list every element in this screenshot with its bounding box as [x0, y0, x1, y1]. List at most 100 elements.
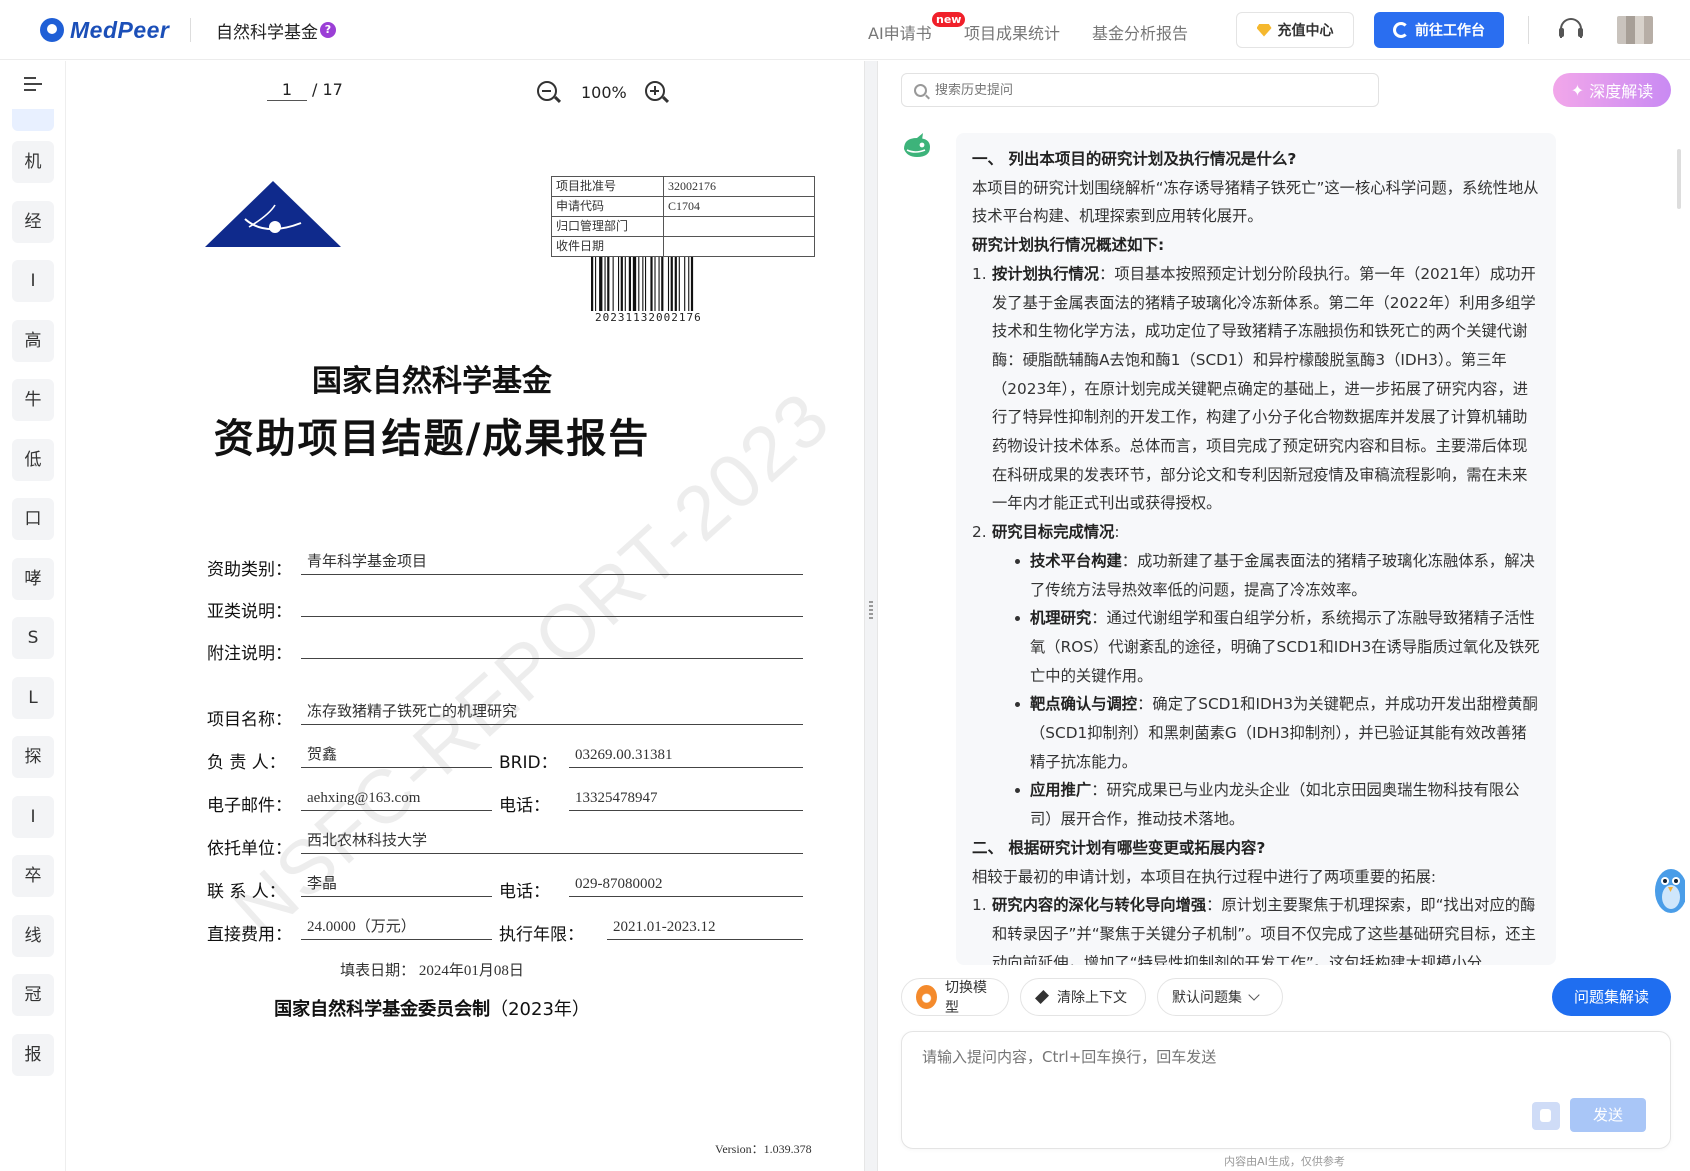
project-value: 冻存致猪精子铁死亡的机理研究 — [301, 699, 803, 725]
committee-name: 国家自然科学基金委员会制 — [274, 999, 491, 1020]
history-search-input[interactable] — [935, 82, 1355, 98]
meta-value — [663, 236, 815, 257]
prompt-input[interactable] — [922, 1048, 1622, 1066]
avatar[interactable] — [1617, 16, 1653, 44]
app-name: 自然科学基金 — [216, 23, 318, 43]
workbench-logo-icon — [1393, 22, 1409, 38]
clear-context-label: 清除上下文 — [1057, 990, 1127, 1006]
headset-icon[interactable] — [1559, 18, 1583, 38]
meta-row: 申请代码 C1704 — [551, 196, 815, 217]
logo-text: MedPeer — [70, 16, 170, 43]
rail-item[interactable]: 哮 — [12, 557, 54, 600]
project-label: 项目名称： — [207, 710, 292, 730]
bullet-text: ：通过代谢组学和蛋白组学分析，系统揭示了冻融导致猪精子活性氧（ROS）代谢紊乱的… — [1030, 609, 1540, 685]
list-item-title: 研究内容的深化与转化导向增强 — [992, 896, 1207, 915]
cost-value: 24.0000（万元） — [301, 914, 492, 940]
cost-label: 直接费用： — [207, 925, 292, 945]
rail-item[interactable]: 低 — [12, 438, 54, 481]
rail-item[interactable]: 牛 — [12, 379, 54, 421]
clear-context-button[interactable]: 清除上下文 — [1020, 978, 1146, 1016]
fill-date: 填表日期： 2024年01月08日 — [340, 963, 524, 979]
meta-value: C1704 — [663, 196, 815, 217]
rail-item[interactable]: 冠 — [12, 974, 54, 1016]
question-set-dropdown[interactable]: 默认问题集 — [1157, 978, 1283, 1016]
medpeer-logo[interactable]: MedPeer — [40, 16, 169, 44]
switch-model-button[interactable]: 切换模型 — [901, 978, 1009, 1016]
attachment-icon[interactable] — [1532, 1102, 1560, 1130]
list-number: 2. — [972, 523, 987, 542]
page-number-input[interactable]: 1 — [267, 79, 307, 101]
doc-title: 国家自然科学基金 — [312, 364, 552, 399]
chevron-down-icon — [1248, 988, 1260, 1001]
leader-label: 负 责 人： — [207, 753, 286, 773]
category-label: 资助类别： — [207, 560, 292, 580]
category-value: 青年科学基金项目 — [301, 549, 803, 575]
question-set-interpret-button[interactable]: 问题集解读 — [1552, 978, 1671, 1016]
email-label: 电子邮件： — [207, 796, 292, 816]
bullet-list: 技术平台构建：成功新建了基于金属表面法的猪精子玻璃化冻融体系，解决了传统方法导热… — [992, 547, 1540, 834]
eraser-icon — [1035, 990, 1049, 1004]
bot-avatar-icon — [904, 133, 930, 157]
unit-label: 依托单位： — [207, 839, 292, 859]
deep-analysis-label: 深度解读 — [1589, 82, 1654, 101]
bullet-title: 机理研究 — [1030, 609, 1092, 628]
document-rail: 机经I高牛低口哮SL探I卒线冠报 — [0, 61, 66, 1171]
bullet-title: 应用推广 — [1030, 781, 1092, 800]
deep-analysis-button[interactable]: ✦ 深度解读 — [1553, 73, 1671, 107]
rail-item[interactable]: L — [12, 676, 54, 719]
list-item: 1. 研究内容的深化与转化导向增强：原计划主要聚焦于机理探索，即“找出对应的酶和转… — [972, 891, 1540, 965]
meta-value: 32002176 — [663, 176, 815, 197]
answer-list: 1. 研究内容的深化与转化导向增强：原计划主要聚焦于机理探索，即“找出对应的酶和转… — [972, 891, 1540, 965]
send-button[interactable]: 发送 — [1570, 1098, 1646, 1132]
bullet-item: 技术平台构建：成功新建了基于金属表面法的猪精子玻璃化冻融体系，解决了传统方法导热… — [1012, 547, 1540, 604]
list-item-text: ：项目基本按照预定计划分阶段执行。第一年（2021年）成功开发了基于金属表面法的… — [992, 264, 1536, 513]
rail-item[interactable]: I — [12, 260, 54, 302]
bullet-item: 机理研究：通过代谢组学和蛋白组学分析，系统揭示了冻融导致猪精子活性氧（ROS）代… — [1012, 604, 1540, 690]
rail-item[interactable]: 机 — [12, 141, 54, 183]
answer-paragraph: 本项目的研究计划围绕解析“冻存诱导猪精子铁死亡”这一核心科学问题，系统性地从技术… — [972, 178, 1539, 226]
workbench-label: 前往工作台 — [1415, 23, 1485, 39]
rail-item[interactable]: 高 — [12, 319, 54, 362]
rail-item[interactable]: 报 — [12, 1033, 54, 1076]
pdf-viewer: 1 / 17 100% 项目批准号 32002176 申请代码 C1704 归口管理部门… — [67, 61, 864, 1171]
answer-list: 1. 按计划执行情况：项目基本按照预定计划分阶段执行。第一年（2021年）成功开发… — [972, 260, 1540, 834]
help-icon[interactable]: ? — [320, 22, 336, 38]
zoom-in-icon[interactable] — [645, 81, 665, 101]
list-number: 1. — [972, 264, 987, 283]
panel-splitter[interactable] — [864, 61, 878, 1171]
nav-ai-application[interactable]: AI申请书 — [868, 20, 932, 44]
answer-paragraph: 相较于最初的申请计划，本项目在执行过程中进行了两项重要的拓展: — [972, 867, 1437, 886]
chat-scrollbar[interactable] — [1677, 149, 1681, 209]
rail-item[interactable]: I — [12, 795, 54, 838]
answer-heading: 二、 根据研究计划有哪些变更或拓展内容? — [972, 838, 1266, 857]
leader-value: 贺鑫 — [301, 742, 492, 768]
assistant-mascot-icon[interactable] — [1649, 861, 1685, 921]
rail-item[interactable]: 探 — [12, 736, 54, 778]
ai-disclaimer: 内容由AI生成，仅供参考 — [1224, 1155, 1345, 1168]
contact-phone-value: 029-87080002 — [569, 871, 803, 897]
answer-bubble: 一、 列出本项目的研究计划及执行情况是什么? 本项目的研究计划围绕解析“冻存诱导… — [956, 133, 1556, 965]
header-divider-right — [1528, 16, 1529, 44]
zoom-out-icon[interactable] — [537, 81, 557, 101]
version-text: Version：1.039.378 — [715, 1142, 812, 1156]
bullet-text: ：研究成果已与业内龙头企业（如北京田园奥瑞生物科技有限公司）展开合作，推动技术落… — [1030, 781, 1520, 829]
answer-subheading: 研究计划执行情况概述如下: — [972, 236, 1165, 255]
workbench-button[interactable]: 前往工作台 — [1374, 12, 1504, 48]
rail-item-active[interactable] — [12, 109, 54, 131]
rail-item[interactable]: S — [12, 617, 54, 659]
rail-item[interactable]: 口 — [12, 498, 54, 540]
recharge-button[interactable]: 充值中心 — [1236, 12, 1354, 48]
list-item-title: 研究目标完成情况 — [992, 523, 1115, 542]
document-page: 项目批准号 32002176 申请代码 C1704 归口管理部门 收件日期 2023113… — [67, 121, 864, 1171]
nav-results-stats[interactable]: 项目成果统计 — [964, 20, 1060, 44]
meta-label: 申请代码 — [551, 196, 664, 217]
rail-item[interactable]: 经 — [12, 200, 54, 243]
collapse-menu-icon[interactable] — [24, 77, 42, 91]
history-search-box[interactable] — [901, 73, 1379, 107]
rail-item[interactable]: 卒 — [12, 855, 54, 897]
nav-fund-report[interactable]: 基金分析报告 — [1092, 20, 1188, 44]
phone-value: 13325478947 — [569, 785, 803, 811]
email-value: aehxing@163.com — [301, 785, 492, 811]
rail-item[interactable]: 线 — [12, 914, 54, 957]
drag-handle-icon[interactable] — [869, 601, 873, 621]
